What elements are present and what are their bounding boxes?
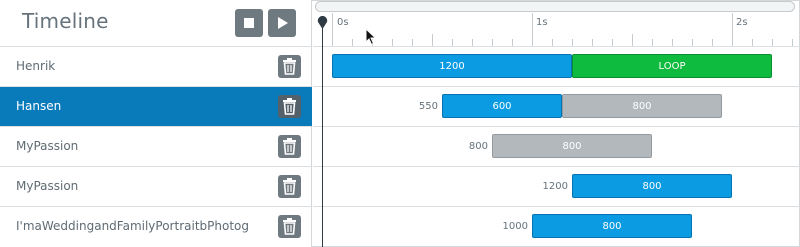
- ruler-tick: [672, 39, 673, 46]
- trash-icon: [283, 138, 296, 155]
- ruler-tick: [452, 39, 453, 46]
- page-title: Timeline: [22, 9, 109, 33]
- track-lane: 1000 800: [313, 207, 800, 247]
- trash-icon: [283, 218, 296, 235]
- animation-segment[interactable]: 1200: [332, 54, 572, 78]
- ruler-label-2s: 2s: [736, 17, 748, 28]
- ruler-tick: [632, 34, 633, 46]
- trash-icon: [283, 98, 296, 115]
- ruler-tick: [512, 39, 513, 46]
- layer-panel: Timeline Henrik Hansen MyPassion MyPassi…: [0, 0, 312, 247]
- ruler-tick: [752, 39, 753, 46]
- ruler-tick: [792, 39, 793, 46]
- ruler-tick: [552, 39, 553, 46]
- layer-row-henrik[interactable]: Henrik: [0, 47, 312, 87]
- ruler-tick: [432, 34, 433, 46]
- ruler-tick: [412, 39, 413, 46]
- ruler-tick: [472, 39, 473, 46]
- segment-duration: 800: [642, 180, 662, 192]
- play-icon: [278, 17, 288, 29]
- ruler-tick: [612, 39, 613, 46]
- ruler-tick: [492, 39, 493, 46]
- ruler-tick: [772, 39, 773, 46]
- ruler-tick: [652, 39, 653, 46]
- track-lane: 1200 LOOP: [313, 47, 800, 87]
- horizontal-scrollbar[interactable]: [315, 1, 795, 12]
- segment-duration: 800: [632, 100, 652, 112]
- trash-icon: [283, 58, 296, 75]
- segment-duration: LOOP: [658, 60, 686, 72]
- ruler-label-1s: 1s: [536, 17, 548, 28]
- layer-label: MyPassion: [16, 139, 79, 153]
- layer-row-hansen[interactable]: Hansen: [0, 87, 312, 127]
- delay-label: 550: [418, 101, 438, 112]
- play-button[interactable]: [268, 9, 296, 37]
- animation-segment[interactable]: 800: [572, 174, 732, 198]
- timeline-area: 0s 1s 2s 1200 LOOP 550 600 800 800 800 1…: [313, 0, 800, 247]
- mouse-cursor-icon: [365, 28, 377, 46]
- delete-layer-button[interactable]: [278, 175, 301, 198]
- delay-label: 1200: [542, 181, 568, 192]
- segment-duration: 800: [562, 140, 582, 152]
- animation-segment[interactable]: 800: [492, 134, 652, 158]
- ruler-tick: [352, 39, 353, 46]
- time-ruler[interactable]: 0s 1s 2s: [313, 13, 800, 47]
- playhead-line: [322, 22, 323, 247]
- ruler-tick: [692, 39, 693, 46]
- ruler-label-0s: 0s: [337, 17, 349, 28]
- delete-layer-button[interactable]: [278, 95, 301, 118]
- layer-row-mypassion-2[interactable]: MyPassion: [0, 167, 312, 207]
- timeline-header: Timeline: [0, 0, 312, 47]
- layer-label: Henrik: [16, 59, 56, 73]
- ruler-tick: [592, 39, 593, 46]
- loop-segment[interactable]: LOOP: [572, 54, 772, 78]
- delete-layer-button[interactable]: [278, 55, 301, 78]
- stop-button[interactable]: [235, 9, 263, 37]
- ruler-tick: [572, 39, 573, 46]
- segment-duration: 800: [602, 220, 622, 232]
- trash-icon: [283, 178, 296, 195]
- delay-label: 1000: [502, 221, 528, 232]
- layer-row-photog[interactable]: I'maWeddingandFamilyPortraitbPhotog: [0, 207, 312, 247]
- ruler-tick: [712, 39, 713, 46]
- ruler-tick: [532, 13, 533, 46]
- delete-layer-button[interactable]: [278, 215, 301, 238]
- track-lane: 800 800: [313, 127, 800, 167]
- track-lane: 550 600 800: [313, 87, 800, 127]
- layer-label: Hansen: [16, 99, 62, 113]
- ruler-tick: [332, 13, 333, 46]
- track-lane: 1200 800: [313, 167, 800, 207]
- layer-label: MyPassion: [16, 179, 79, 193]
- animation-segment[interactable]: 800: [562, 94, 722, 118]
- delete-layer-button[interactable]: [278, 135, 301, 158]
- ruler-tick: [732, 13, 733, 46]
- delay-label: 800: [468, 141, 488, 152]
- segment-duration: 600: [492, 100, 512, 112]
- animation-segment[interactable]: 800: [532, 214, 692, 238]
- segment-duration: 1200: [439, 60, 465, 72]
- layer-row-mypassion-1[interactable]: MyPassion: [0, 127, 312, 167]
- ruler-tick: [392, 39, 393, 46]
- layer-label: I'maWeddingandFamilyPortraitbPhotog: [16, 219, 249, 233]
- animation-segment[interactable]: 600: [442, 94, 562, 118]
- playhead-icon[interactable]: [317, 16, 328, 29]
- stop-icon: [244, 18, 254, 28]
